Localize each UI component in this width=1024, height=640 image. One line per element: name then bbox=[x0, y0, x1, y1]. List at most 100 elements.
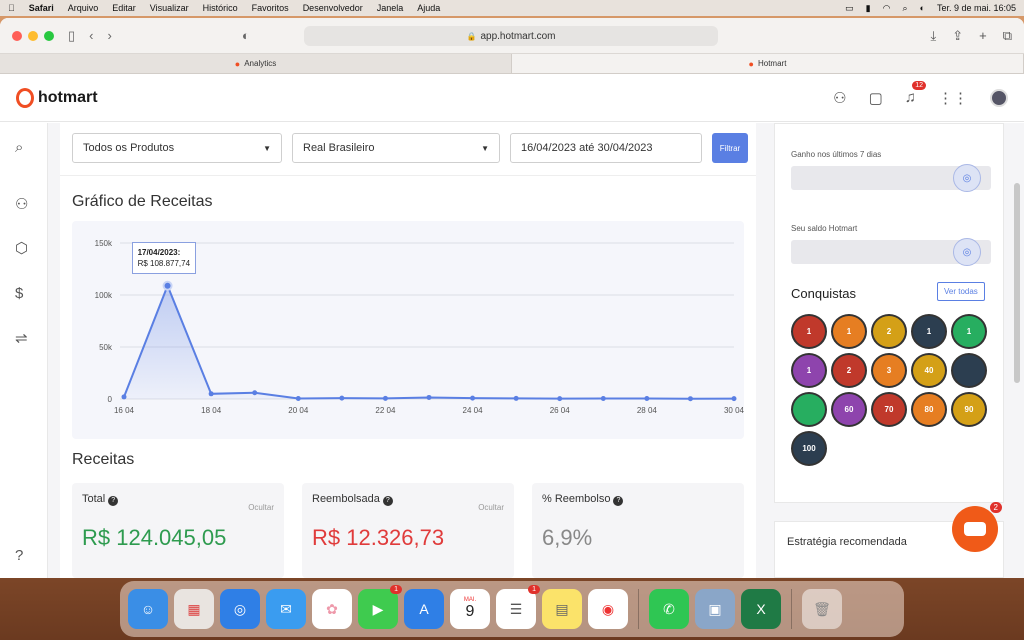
x-tick-label: 20 04 bbox=[288, 406, 309, 415]
chat-icon[interactable]: ▢ bbox=[869, 89, 883, 107]
handshake-icon[interactable]: ⇌ bbox=[15, 329, 28, 347]
help-icon[interactable]: ? bbox=[613, 496, 624, 506]
help-icon[interactable]: ? bbox=[15, 547, 23, 564]
hide-link[interactable]: Ocultar bbox=[248, 503, 274, 512]
address-bar[interactable]: 🔒 app.hotmart.com bbox=[304, 26, 718, 46]
scrollbar[interactable] bbox=[1014, 183, 1020, 383]
battery-icon[interactable]: ▮ bbox=[866, 3, 871, 14]
data-point bbox=[162, 280, 173, 291]
achievement-badge[interactable]: 1 bbox=[951, 314, 987, 349]
back-icon[interactable]: ‹ bbox=[89, 28, 93, 43]
date-range-input[interactable]: 16/04/2023 até 30/04/2023 bbox=[510, 133, 702, 163]
balance-value: ◎ bbox=[791, 238, 991, 266]
menu-app-name[interactable]: Safari bbox=[29, 3, 54, 13]
product-select[interactable]: Todos os Produtos ▼ bbox=[72, 133, 282, 163]
photos-icon[interactable]: ✿ bbox=[312, 589, 352, 629]
balance-label: Seu saldo Hotmart bbox=[791, 224, 858, 233]
search-icon[interactable]: ⌕ bbox=[15, 139, 23, 156]
card-value: R$ 12.326,73 bbox=[312, 525, 445, 550]
launchpad-icon[interactable]: ▦ bbox=[174, 589, 214, 629]
preview-icon[interactable]: ▣ bbox=[695, 589, 735, 629]
reminders-icon[interactable]: ☰ 1 bbox=[496, 585, 540, 629]
menu-item-editar[interactable]: Editar bbox=[112, 3, 136, 13]
help-icon[interactable]: ? bbox=[382, 496, 393, 506]
menu-item-favoritos[interactable]: Favoritos bbox=[252, 3, 289, 13]
achievement-badge[interactable] bbox=[791, 392, 827, 427]
apps-grid-icon[interactable]: ⋮⋮ bbox=[938, 89, 968, 107]
tab-label: Hotmart bbox=[757, 59, 787, 68]
eye-slash-icon[interactable]: ◎ bbox=[953, 238, 981, 266]
currency-select[interactable]: Real Brasileiro ▼ bbox=[292, 133, 500, 163]
x-tick-label: 28 04 bbox=[637, 406, 658, 415]
app-store-icon[interactable]: A bbox=[404, 589, 444, 629]
filter-button[interactable]: Filtrar bbox=[712, 133, 748, 163]
achievement-badge[interactable]: 3 bbox=[871, 353, 907, 388]
data-point bbox=[252, 390, 258, 396]
facetime-icon[interactable]: ▶ 1 bbox=[358, 585, 402, 629]
users-icon[interactable]: ⚇ bbox=[833, 89, 846, 107]
achievement-badge[interactable]: 1 bbox=[831, 314, 867, 349]
users-icon[interactable]: ⚇ bbox=[15, 195, 28, 213]
new-tab-icon[interactable]: + bbox=[979, 28, 987, 44]
menu-item-ajuda[interactable]: Ajuda bbox=[417, 3, 440, 13]
menu-item-janela[interactable]: Janela bbox=[377, 3, 404, 13]
screen-icon[interactable]: ▭ bbox=[845, 3, 854, 14]
shield-icon[interactable]: ◐ bbox=[242, 28, 250, 43]
menu-item-visualizar[interactable]: Visualizar bbox=[150, 3, 189, 13]
minimize-window-button[interactable] bbox=[28, 30, 38, 41]
bell-icon[interactable]: ♫ 12 bbox=[905, 81, 926, 106]
tab-hotmart[interactable]: ● Hotmart bbox=[512, 54, 1024, 73]
whatsapp-icon[interactable]: ✆ bbox=[649, 589, 689, 629]
card-value: 6,9% bbox=[542, 525, 593, 550]
menu-item-historico[interactable]: Histórico bbox=[203, 3, 238, 13]
box-icon[interactable]: ⬡ bbox=[15, 239, 28, 257]
balance-panel: Ganho nos últimos 7 dias ◎ Seu saldo Hot… bbox=[774, 123, 1004, 503]
avatar[interactable] bbox=[990, 88, 1008, 107]
achievement-badge[interactable]: 90 bbox=[951, 392, 987, 427]
download-icon[interactable]: ⤓ bbox=[930, 28, 936, 44]
chrome-icon[interactable]: ◉ bbox=[588, 589, 628, 629]
trash-icon[interactable]: 🗑 bbox=[802, 589, 842, 629]
sidebar: ⌕ ⚇ ⬡ $ ⇌ ? bbox=[0, 123, 48, 578]
achievement-badge[interactable] bbox=[951, 353, 987, 388]
clock-text[interactable]: Ter. 9 de mai. 16:05 bbox=[937, 3, 1016, 13]
achievement-badge[interactable]: 80 bbox=[911, 392, 947, 427]
hide-link[interactable]: Ocultar bbox=[478, 503, 504, 512]
achievement-badge[interactable]: 2 bbox=[831, 353, 867, 388]
achievement-badge[interactable]: 70 bbox=[871, 392, 907, 427]
menu-item-desenvolvedor[interactable]: Desenvolvedor bbox=[303, 3, 363, 13]
tab-analytics[interactable]: ● Analytics bbox=[0, 54, 512, 73]
notes-icon[interactable]: ▤ bbox=[542, 589, 582, 629]
safari-icon[interactable]: ◎ bbox=[220, 589, 260, 629]
share-icon[interactable]: ⇪ bbox=[952, 28, 963, 44]
see-all-button[interactable]: Ver todas bbox=[937, 282, 985, 301]
eye-slash-icon[interactable]: ◎ bbox=[953, 164, 981, 192]
data-point bbox=[295, 395, 301, 401]
chat-button[interactable]: 2 bbox=[952, 502, 1002, 552]
mail-icon[interactable]: ✉ bbox=[266, 589, 306, 629]
calendar-icon[interactable]: MAI. 9 bbox=[450, 589, 490, 629]
zoom-window-button[interactable] bbox=[44, 30, 54, 41]
hotmart-logo[interactable]: hotmart bbox=[16, 87, 98, 108]
search-icon[interactable]: ⌕ bbox=[902, 3, 907, 14]
menu-item-arquivo[interactable]: Arquivo bbox=[68, 3, 99, 13]
wifi-icon[interactable]: ◠ bbox=[883, 3, 891, 14]
excel-icon[interactable]: X bbox=[741, 589, 781, 629]
control-center-icon[interactable]: ◐ bbox=[920, 3, 925, 13]
help-icon[interactable]: ? bbox=[108, 496, 119, 506]
achievement-badge[interactable]: 60 bbox=[831, 392, 867, 427]
achievement-badge[interactable]: 1 bbox=[791, 314, 827, 349]
finder-icon[interactable]: ☺ bbox=[128, 589, 168, 629]
achievement-badge[interactable]: 40 bbox=[911, 353, 947, 388]
hotmart-favicon-icon: ● bbox=[748, 58, 754, 69]
achievement-badge[interactable]: 1 bbox=[791, 353, 827, 388]
achievement-badge[interactable]: 2 bbox=[871, 314, 907, 349]
close-window-button[interactable] bbox=[12, 30, 22, 41]
apple-icon[interactable]:  bbox=[8, 3, 15, 13]
achievement-badge[interactable]: 100 bbox=[791, 431, 827, 466]
tab-overview-icon[interactable]: ⧉ bbox=[1003, 28, 1012, 44]
achievement-badge[interactable]: 1 bbox=[911, 314, 947, 349]
forward-icon[interactable]: › bbox=[108, 28, 112, 43]
dollar-icon[interactable]: $ bbox=[15, 285, 23, 302]
sidebar-toggle-icon[interactable]: ▯ bbox=[68, 28, 75, 44]
